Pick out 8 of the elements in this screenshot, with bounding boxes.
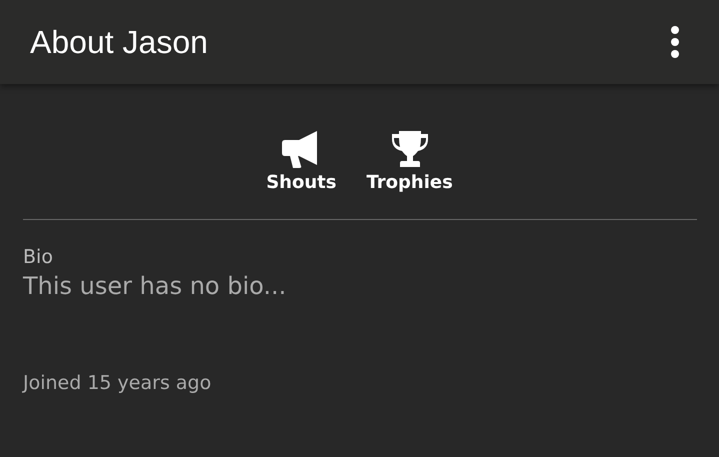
page-title: About Jason xyxy=(30,24,208,60)
profile-tab-button[interactable]: Trophies xyxy=(366,130,453,193)
more-options-icon[interactable] xyxy=(670,26,680,58)
joined-text: Joined 15 years ago xyxy=(23,372,212,394)
bio-text: This user has no bio... xyxy=(23,272,286,300)
trophy-icon xyxy=(390,130,430,168)
profile-tab-button[interactable]: Shouts xyxy=(266,130,336,193)
bio-label: Bio xyxy=(23,246,53,268)
